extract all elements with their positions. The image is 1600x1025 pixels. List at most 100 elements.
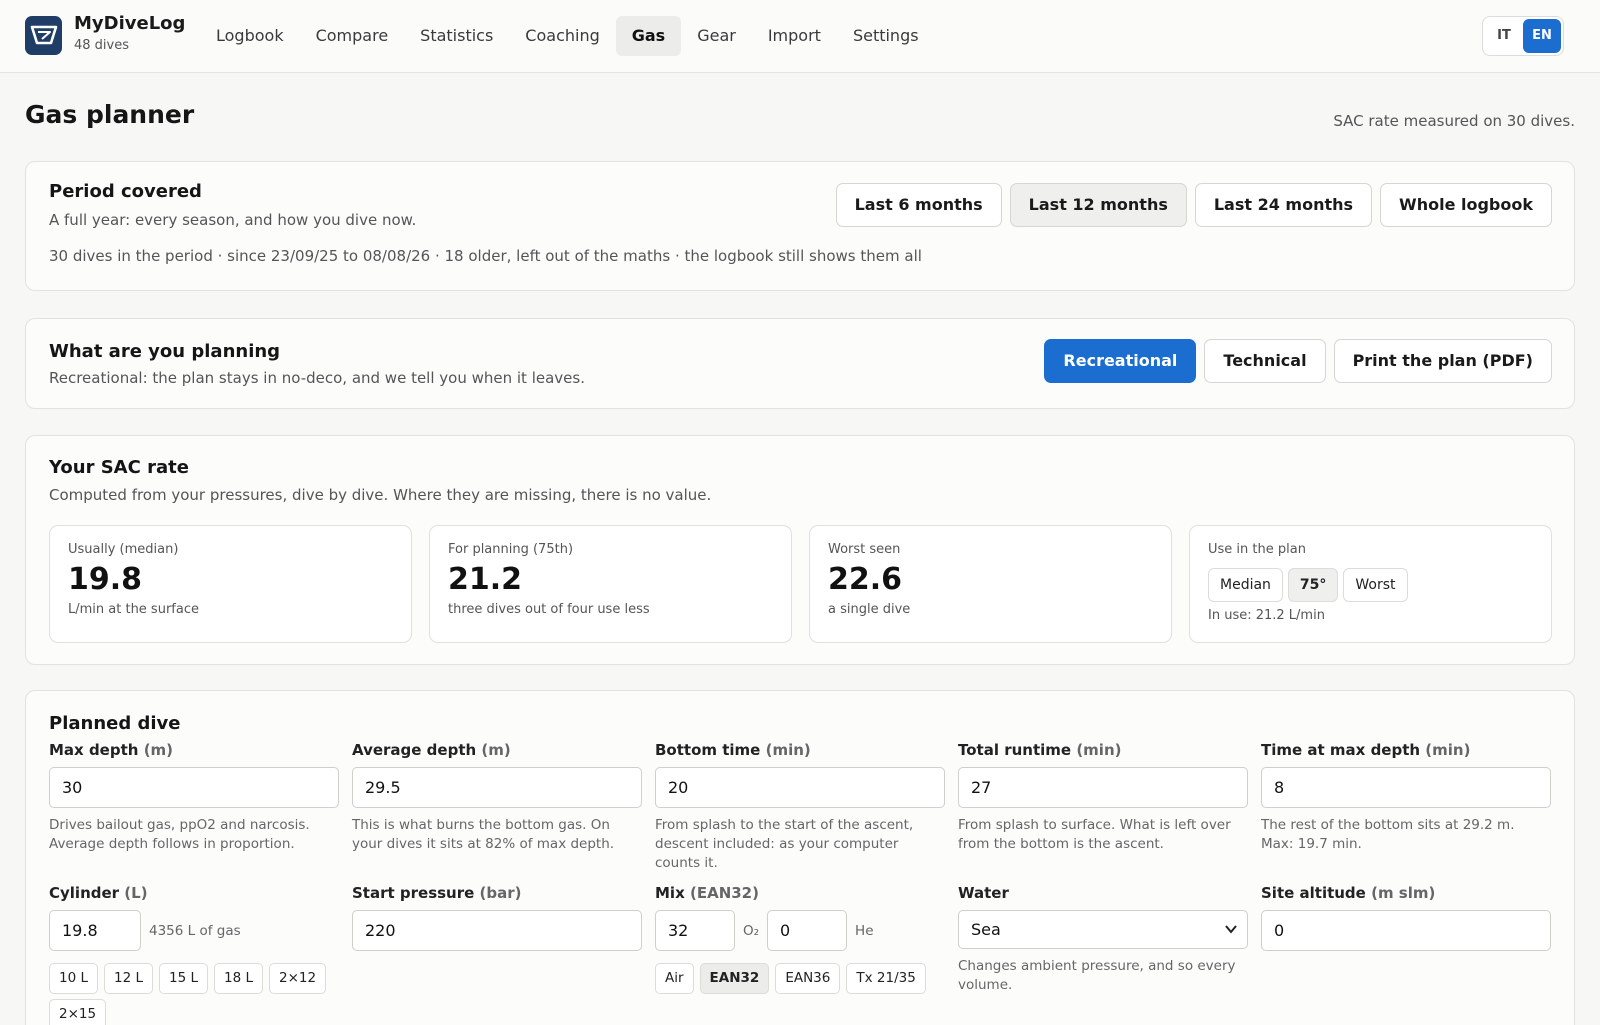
start-pressure-input[interactable]: 220 (352, 910, 642, 951)
sac-median-stat: Usually (median) 19.8 L/min at the surfa… (49, 525, 412, 643)
stat-label: Worst seen (828, 542, 901, 557)
avg-depth-field: Average depth (m) 29.5 This is what burn… (352, 741, 642, 854)
mix-preset-ean36[interactable]: EAN36 (775, 963, 841, 994)
field-hint: From splash to surface. What is left ove… (958, 817, 1231, 852)
mix-presets: Air EAN32 EAN36 Tx 21/35 (655, 963, 955, 999)
sac-worst-chip[interactable]: Worst (1343, 568, 1408, 602)
cylinder-preset-12l[interactable]: 12 L (104, 963, 153, 994)
bottom-time-input[interactable]: 20 (655, 767, 945, 808)
cylinder-preset-2x12[interactable]: 2×12 (269, 963, 327, 994)
mix-preset-tx2135[interactable]: Tx 21/35 (846, 963, 926, 994)
cylinder-preset-2x15[interactable]: 2×15 (49, 999, 107, 1025)
site-altitude-input[interactable]: 0 (1261, 910, 1551, 951)
period-subtitle: A full year: every season, and how you d… (49, 211, 417, 229)
nav-gas[interactable]: Gas (615, 16, 682, 56)
runtime-input[interactable]: 27 (958, 767, 1248, 808)
site-altitude-field: Site altitude (m slm) 0 (1261, 884, 1551, 951)
sac-worst-stat: Worst seen 22.6 a single dive (809, 525, 1172, 643)
mix-preset-air[interactable]: Air (655, 963, 694, 994)
water-field: Water Sea Changes ambient pressure, and … (958, 884, 1248, 995)
sac-in-use-note: In use: 21.2 L/min (1208, 608, 1325, 623)
print-plan-button[interactable]: Print the plan (PDF) (1333, 339, 1552, 383)
field-hint: This is what burns the bottom gas. On yo… (352, 817, 615, 852)
sac-title: Your SAC rate (49, 457, 189, 478)
stat-note: a single dive (828, 602, 911, 617)
field-label: Cylinder (L) (49, 884, 148, 902)
period-buttons: Last 6 months Last 12 months Last 24 mon… (835, 183, 1552, 227)
nav-coaching[interactable]: Coaching (509, 16, 615, 56)
field-hint: Changes ambient pressure, and so every v… (958, 958, 1236, 993)
cylinder-input[interactable]: 19.8 (49, 910, 141, 951)
field-label: Max depth (m) (49, 741, 174, 759)
stat-value: 22.6 (828, 562, 903, 597)
nav-gear[interactable]: Gear (681, 16, 752, 56)
dive-count: 48 dives (74, 38, 130, 53)
nav-settings[interactable]: Settings (837, 16, 935, 56)
nav-logbook[interactable]: Logbook (200, 16, 300, 56)
use-in-plan-label: Use in the plan (1208, 542, 1306, 557)
top-bar: MyDiveLog 48 dives Logbook Compare Stati… (0, 0, 1600, 73)
planned-dive-title: Planned dive (49, 713, 181, 734)
o2-label: O₂ (743, 922, 760, 939)
page-title: Gas planner (25, 100, 195, 129)
field-label: Water (958, 884, 1009, 902)
stat-value: 21.2 (448, 562, 523, 597)
period-whole-logbook-button[interactable]: Whole logbook (1380, 183, 1552, 227)
period-6-months-button[interactable]: Last 6 months (835, 183, 1002, 227)
technical-button[interactable]: Technical (1204, 339, 1326, 383)
sac-card: Your SAC rate Computed from your pressur… (25, 435, 1575, 665)
he-input[interactable]: 0 (767, 910, 848, 951)
field-label: Start pressure (bar) (352, 884, 522, 902)
sac-p75-stat: For planning (75th) 21.2 three dives out… (429, 525, 792, 643)
field-hint: Drives bailout gas, ppO2 and narcosis. A… (49, 817, 310, 852)
stat-label: Usually (median) (68, 542, 179, 557)
bottom-time-field: Bottom time (min) 20 From splash to the … (655, 741, 945, 873)
nav-statistics[interactable]: Statistics (404, 16, 509, 56)
nav-import[interactable]: Import (752, 16, 837, 56)
stat-value: 19.8 (68, 562, 143, 597)
sac-measured-note: SAC rate measured on 30 dives. (1333, 112, 1575, 130)
gas-volume-note: 4356 L of gas (149, 922, 241, 939)
mix-preset-ean32[interactable]: EAN32 (699, 963, 770, 994)
sac-p75-chip[interactable]: 75° (1287, 568, 1339, 602)
field-label: Time at max depth (min) (1261, 741, 1471, 759)
cylinder-preset-10l[interactable]: 10 L (49, 963, 98, 994)
recreational-button[interactable]: Recreational (1044, 339, 1197, 383)
max-depth-field: Max depth (m) 30 Drives bailout gas, ppO… (49, 741, 339, 854)
cylinder-preset-15l[interactable]: 15 L (159, 963, 208, 994)
period-12-months-button[interactable]: Last 12 months (1009, 183, 1187, 227)
sac-use-in-plan: Use in the plan Median 75° Worst In use:… (1189, 525, 1552, 643)
stat-label: For planning (75th) (448, 542, 574, 557)
o2-input[interactable]: 32 (655, 910, 735, 951)
planning-title: What are you planning (49, 341, 281, 362)
period-card: Period covered A full year: every season… (25, 161, 1575, 291)
lang-en-button[interactable]: EN (1523, 19, 1561, 53)
time-max-depth-field: Time at max depth (min) 8 The rest of th… (1261, 741, 1551, 854)
planning-buttons: Recreational Technical Print the plan (P… (1044, 339, 1552, 383)
nav-compare[interactable]: Compare (300, 16, 405, 56)
sac-choice-chips: Median 75° Worst (1208, 568, 1413, 602)
sac-median-chip[interactable]: Median (1208, 568, 1283, 602)
language-switch: IT EN (1482, 16, 1564, 56)
time-max-depth-input[interactable]: 8 (1261, 767, 1551, 808)
lang-it-button[interactable]: IT (1485, 19, 1523, 53)
cylinder-preset-18l[interactable]: 18 L (214, 963, 263, 994)
field-label: Total runtime (min) (958, 741, 1122, 759)
period-title: Period covered (49, 181, 202, 202)
field-hint: The rest of the bottom sits at 29.2 m. M… (1261, 817, 1515, 852)
avg-depth-input[interactable]: 29.5 (352, 767, 642, 808)
max-depth-input[interactable]: 30 (49, 767, 339, 808)
field-label: Average depth (m) (352, 741, 511, 759)
planning-card: What are you planning Recreational: the … (25, 318, 1575, 409)
planned-dive-card: Planned dive Max depth (m) 30 Drives bai… (25, 690, 1575, 1025)
app-name: MyDiveLog (74, 13, 186, 34)
main-nav: Logbook Compare Statistics Coaching Gas … (200, 16, 935, 56)
field-hint: From splash to the start of the ascent, … (655, 817, 914, 871)
start-pressure-field: Start pressure (bar) 220 (352, 884, 642, 951)
cylinder-presets: 10 L 12 L 15 L 18 L 2×12 2×15 (49, 963, 339, 1025)
period-24-months-button[interactable]: Last 24 months (1194, 183, 1373, 227)
water-select[interactable]: Sea (958, 910, 1248, 949)
app-logo-icon[interactable] (25, 16, 62, 55)
field-label: Bottom time (min) (655, 741, 811, 759)
field-label: Site altitude (m slm) (1261, 884, 1436, 902)
